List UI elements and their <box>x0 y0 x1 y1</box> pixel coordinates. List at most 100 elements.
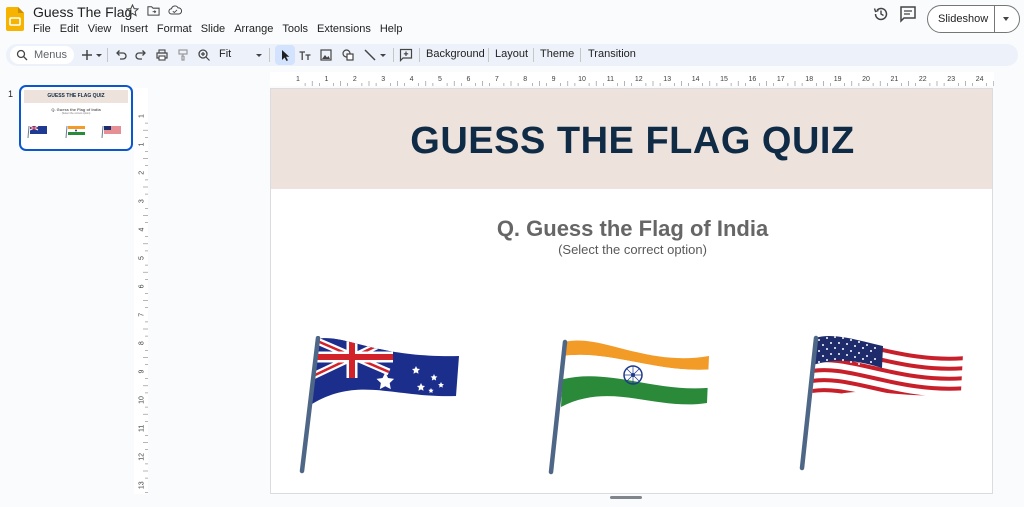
ruler-label: 16 <box>749 76 757 83</box>
slides-logo-icon[interactable] <box>6 7 24 31</box>
ruler-label: 9 <box>139 370 146 374</box>
ruler-label: 3 <box>381 76 385 83</box>
ruler-label: 3 <box>139 199 146 203</box>
bottom-panel-drag-handle[interactable] <box>610 496 642 499</box>
ruler-label: 21 <box>891 76 899 83</box>
ruler-label: 13 <box>139 481 146 489</box>
thumbnail-title: GUESS THE FLAG QUIZ <box>47 93 105 99</box>
toolbar-separator <box>269 48 270 62</box>
menu-extensions[interactable]: Extensions <box>317 23 376 35</box>
paint-format-icon[interactable] <box>176 48 190 62</box>
menu-slide[interactable]: Slide <box>201 23 230 35</box>
ruler-label: 10 <box>578 76 586 83</box>
menu-view[interactable]: View <box>88 23 117 35</box>
ruler-label: 8 <box>523 76 527 83</box>
slideshow-divider <box>994 6 995 32</box>
slideshow-button[interactable]: Slideshow <box>927 5 1020 33</box>
ruler-label: 1 <box>139 142 146 146</box>
theme-button[interactable]: Theme <box>540 48 574 60</box>
horizontal-ruler[interactable]: 1 1 2 3 4 5 6 7 8 9 10 11 12 13 14 15 16 17 18 19 20 21 22 23 24… <box>270 72 994 86</box>
menu-help[interactable]: Help <box>380 23 408 35</box>
thumbnail-india-flag <box>65 125 85 139</box>
slide-number: 1 <box>8 89 14 99</box>
select-cursor-icon[interactable] <box>278 48 292 62</box>
menubar: File Edit View Insert Format Slide Arran… <box>33 23 411 35</box>
print-icon[interactable] <box>155 48 169 62</box>
ruler-label: 1 <box>296 76 300 83</box>
menus-search[interactable]: Menus <box>10 46 74 64</box>
usa-flag[interactable] <box>797 334 967 474</box>
comments-icon[interactable] <box>899 5 917 23</box>
thumbnail-australia-flag <box>27 125 47 139</box>
ruler-label: 20 <box>862 76 870 83</box>
instruction-text[interactable]: (Select the correct option) <box>271 242 992 257</box>
ruler-label: 1 <box>139 114 146 118</box>
line-icon[interactable] <box>363 48 377 62</box>
ruler-label: 2 <box>139 171 146 175</box>
ruler-label: 12 <box>139 453 146 461</box>
move-folder-icon[interactable] <box>147 4 160 17</box>
ruler-label: 10 <box>139 396 146 404</box>
ruler-label: 12 <box>635 76 643 83</box>
slide-thumbnail[interactable]: GUESS THE FLAG QUIZ Q. Guess the Flag of… <box>19 85 133 151</box>
cloud-saved-icon[interactable] <box>168 4 182 17</box>
undo-icon[interactable] <box>114 48 128 62</box>
redo-icon[interactable] <box>134 48 148 62</box>
text-box-icon[interactable] <box>298 48 312 62</box>
slide-title[interactable]: GUESS THE FLAG QUIZ <box>271 120 992 163</box>
toolbar-separator <box>533 48 534 62</box>
toolbar-separator <box>107 48 108 62</box>
insert-comment-icon[interactable] <box>399 48 413 62</box>
layout-button[interactable]: Layout <box>495 48 528 60</box>
toolbar: Menus Fit Background Layout Theme Transi… <box>6 44 1018 66</box>
insert-image-icon[interactable] <box>319 48 333 62</box>
menu-insert[interactable]: Insert <box>120 23 153 35</box>
toolbar-separator <box>488 48 489 62</box>
question-text[interactable]: Q. Guess the Flag of India <box>271 216 992 242</box>
toolbar-separator <box>393 48 394 62</box>
menus-placeholder: Menus <box>34 49 68 61</box>
ruler-label: 19 <box>834 76 842 83</box>
slideshow-label: Slideshow <box>938 13 989 25</box>
ruler-label: 2 <box>353 76 357 83</box>
new-slide-icon[interactable] <box>80 48 94 62</box>
ruler-label: 5 <box>139 256 146 260</box>
ruler-label: 17 <box>777 76 785 83</box>
document-title[interactable]: Guess The Flag <box>33 4 132 20</box>
thumbnail-subtitle: (Select the correct option) <box>61 112 91 115</box>
line-dropdown-icon[interactable] <box>379 48 387 62</box>
india-flag[interactable] <box>546 339 711 477</box>
zoom-dropdown-icon[interactable] <box>255 48 263 62</box>
background-button[interactable]: Background <box>426 48 485 60</box>
menu-tools[interactable]: Tools <box>282 23 313 35</box>
zoom-select[interactable]: Fit <box>219 48 231 60</box>
menu-file[interactable]: File <box>33 23 56 35</box>
vertical-ruler[interactable]: 11234567891011121314 <box>134 88 148 494</box>
filmstrip: 1 GUESS THE FLAG QUIZ Q. Guess the Flag … <box>0 72 148 507</box>
slideshow-dropdown-icon[interactable] <box>1003 17 1009 21</box>
header: Guess The Flag File Edit View Insert For… <box>0 0 1024 42</box>
zoom-icon[interactable] <box>197 48 211 62</box>
version-history-icon[interactable] <box>872 5 890 23</box>
menu-format[interactable]: Format <box>157 23 197 35</box>
australia-flag[interactable] <box>299 336 464 474</box>
search-icon <box>16 49 28 61</box>
transition-button[interactable]: Transition <box>588 48 636 60</box>
ruler-label: 14 <box>692 76 700 83</box>
menu-arrange[interactable]: Arrange <box>234 23 278 35</box>
toolbar-separator <box>419 48 420 62</box>
slide-canvas[interactable]: GUESS THE FLAG QUIZ Q. Guess the Flag of… <box>270 88 993 494</box>
ruler-label: 7 <box>139 313 146 317</box>
ruler-label: 9 <box>552 76 556 83</box>
thumbnail-usa-flag <box>101 125 121 139</box>
ruler-label: 15 <box>720 76 728 83</box>
ruler-label: 6 <box>466 76 470 83</box>
ruler-label: 22 <box>919 76 927 83</box>
new-slide-dropdown-icon[interactable] <box>95 48 103 62</box>
ruler-label: 6 <box>139 284 146 288</box>
ruler-label: 24 <box>976 76 984 83</box>
shape-icon[interactable] <box>341 48 355 62</box>
menu-edit[interactable]: Edit <box>60 23 84 35</box>
star-icon[interactable] <box>126 4 139 17</box>
ruler-label: 1 <box>324 76 328 83</box>
